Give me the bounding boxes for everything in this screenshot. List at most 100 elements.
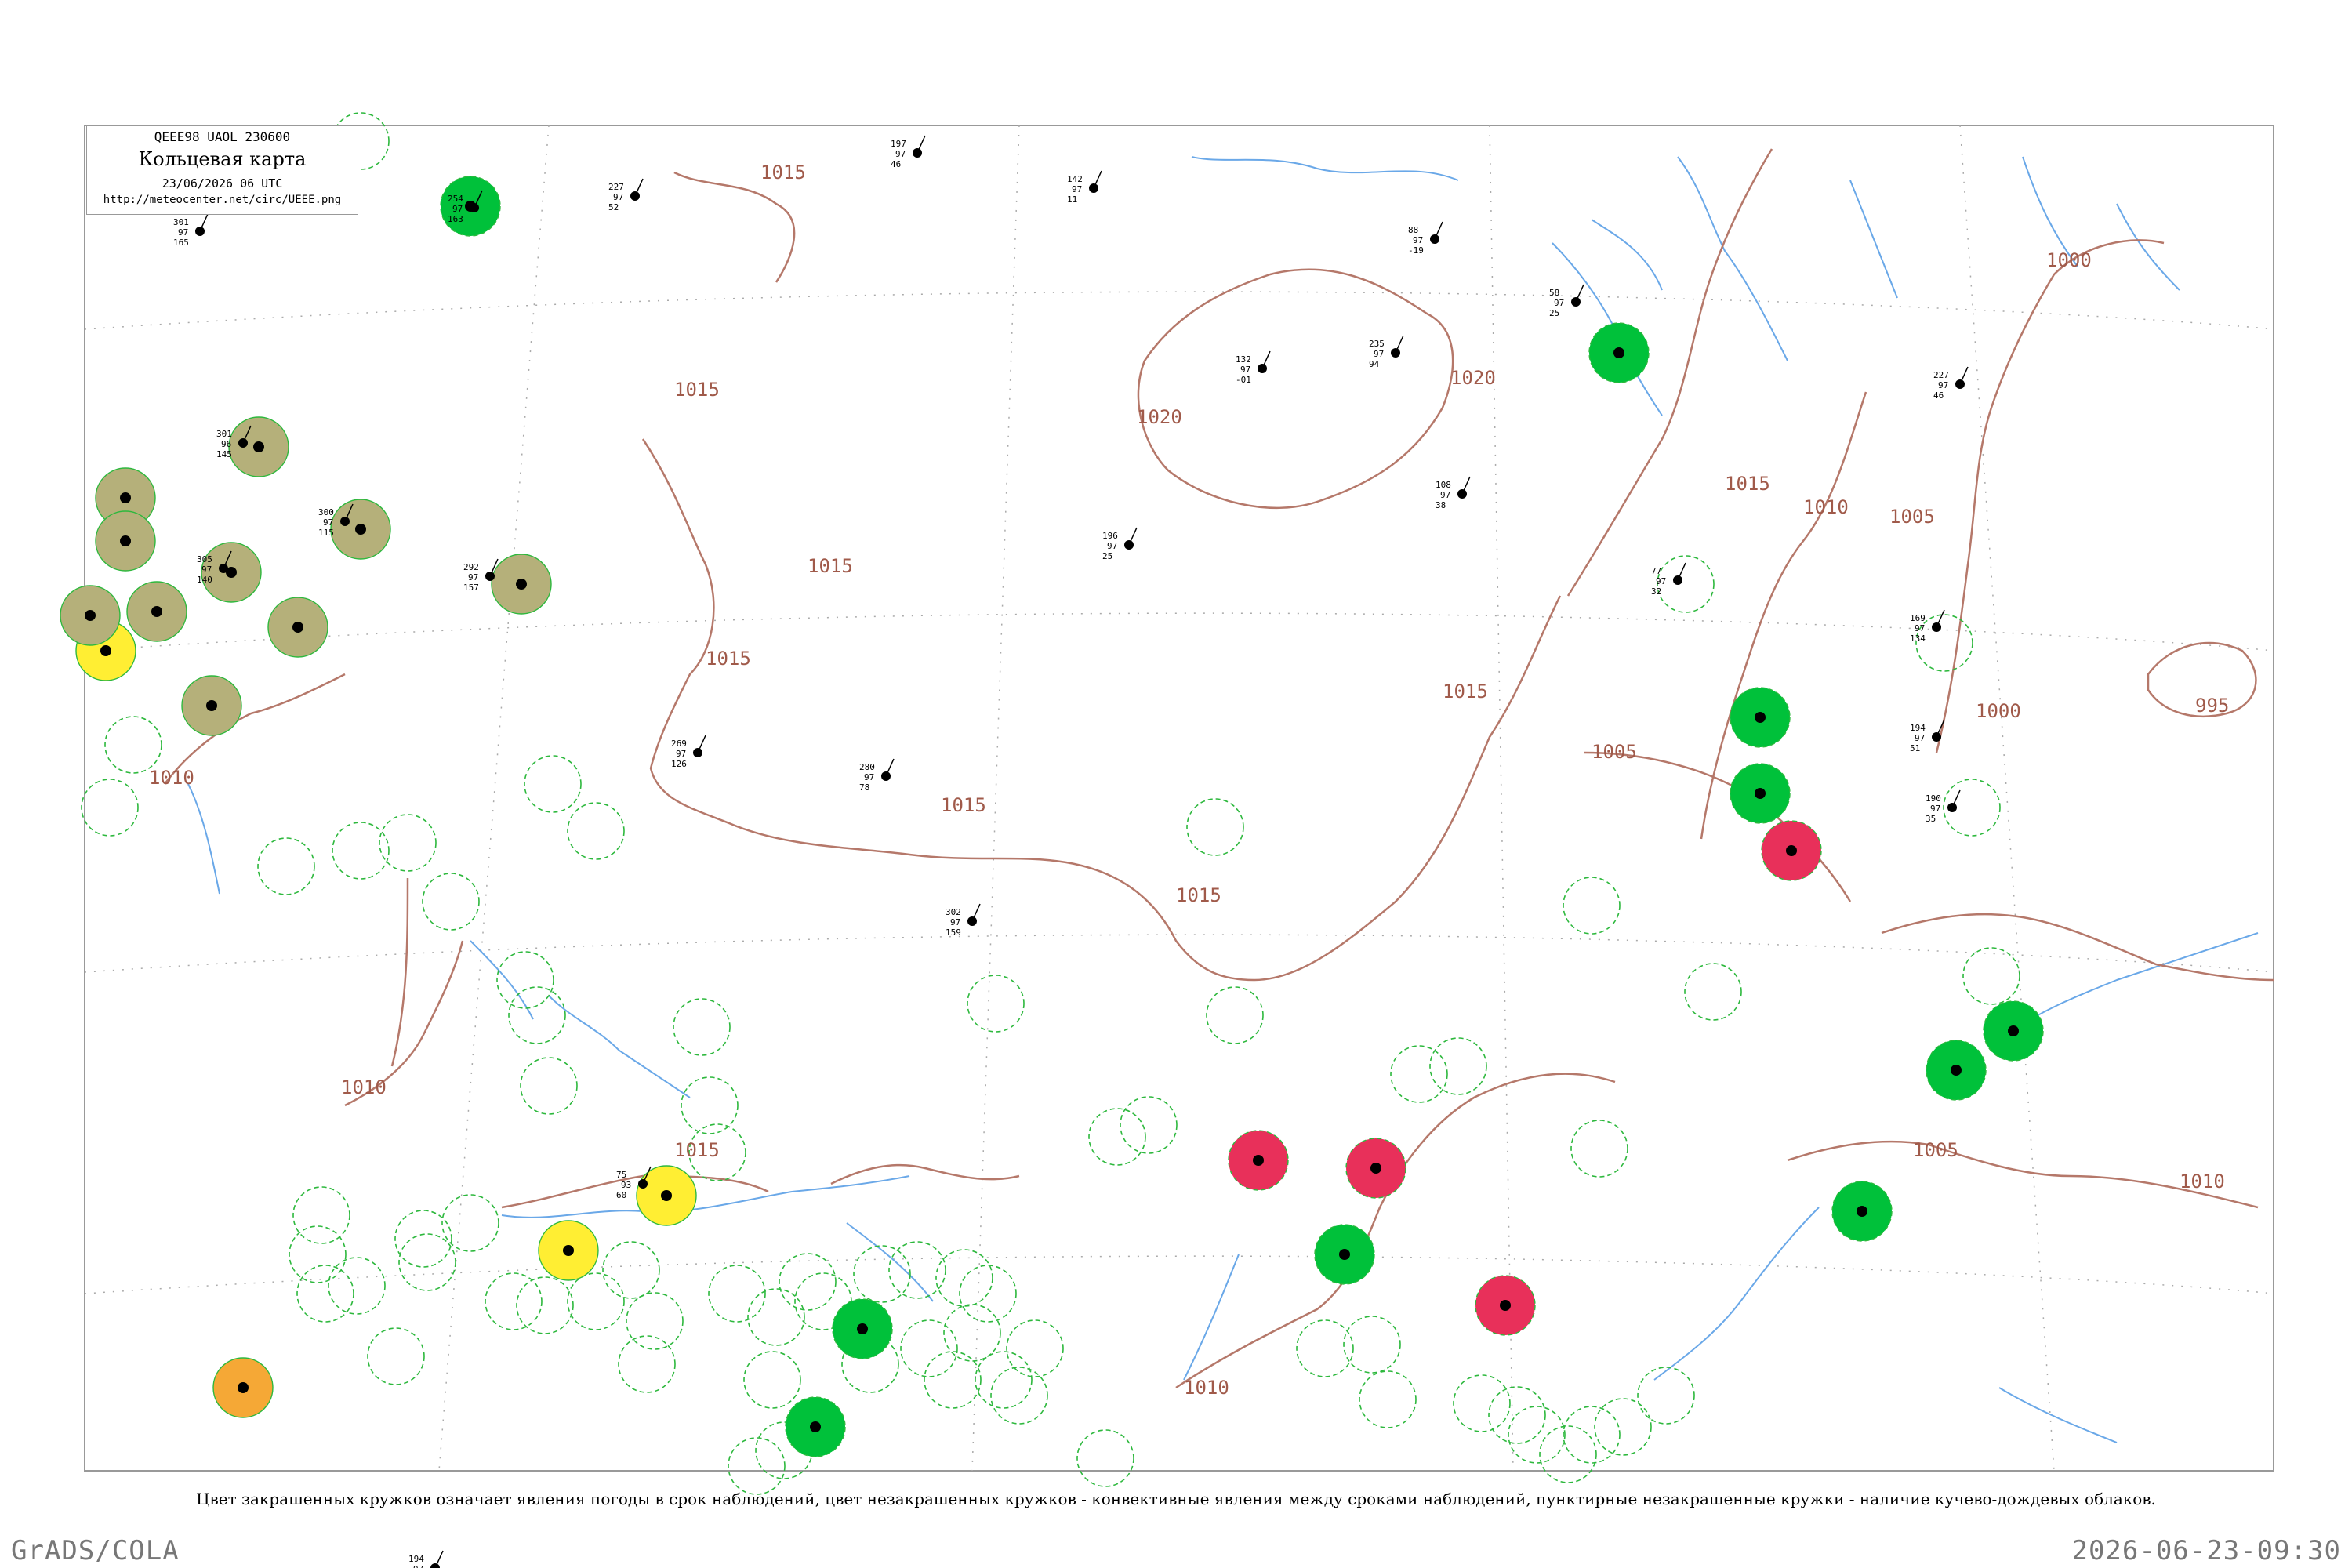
station-temp: 97 [1930,804,1940,814]
station-temp: 97 [613,192,623,202]
station-temp: 97 [1554,298,1564,308]
station-dewpoint: 38 [1436,500,1446,510]
station-marker-dot [810,1421,821,1432]
station-temp: 97 [1107,541,1117,551]
station-temp: 97 [323,517,333,528]
station-temp: 97 [1072,184,1082,194]
isobar-label: 1015 [674,1139,720,1161]
isobar-label: 1010 [1803,496,1849,518]
isobar-label: 1010 [149,767,194,789]
station-dewpoint: 32 [1651,586,1661,597]
isobar-label: 1000 [1976,700,2021,722]
station-dewpoint: 94 [1369,359,1380,369]
station-pressure: 254 [448,194,463,204]
observation-datetime: 23/06/2026 06 UTC [162,176,283,191]
isobar-label: 1010 [341,1076,387,1098]
station-temp: 97 [1374,349,1384,359]
station-pressure: 58 [1549,288,1559,298]
station-temp: 97 [201,564,212,575]
station-dewpoint: 115 [318,528,334,538]
station-dewpoint: 140 [197,575,212,585]
station-pressure: 305 [197,554,212,564]
station-pressure: 301 [216,429,232,439]
station-dewpoint: 11 [1067,194,1077,205]
station-marker-dot [516,579,527,590]
isobar-label: 995 [2195,695,2229,717]
station-pressure: 227 [608,182,624,192]
station-temp: 97 [864,772,874,782]
map-header: QEEE98 UAOL 230600 Кольцевая карта 23/06… [86,125,358,215]
station-marker-dot [1857,1206,1867,1217]
station-marker-dot [1755,712,1766,723]
station-marker-dot [1339,1249,1350,1260]
render-timestamp: 2026-06-23-09:30 [2071,1535,2341,1566]
station-marker-dot [120,535,131,546]
station-marker-dot [563,1245,574,1256]
station-temp: 97 [413,1564,423,1568]
station-marker-dot [1500,1300,1511,1311]
station-pressure: 88 [1408,225,1418,235]
isobar-label: 1000 [2046,249,2092,271]
station-temp: 97 [950,917,960,927]
bulletin-code: QEEE98 UAOL 230600 [154,129,291,144]
isobar-label: 1015 [1176,884,1221,906]
station-dewpoint: 159 [946,927,961,938]
isobar-label: 1015 [941,794,986,816]
station-dewpoint: 126 [671,759,687,769]
station-dewpoint: 78 [859,782,869,793]
station-dewpoint: 157 [463,583,479,593]
isobar-label: 1015 [674,379,720,401]
station-pressure: 302 [946,907,961,917]
station-dewpoint: 35 [1926,814,1936,824]
station-marker-dot [857,1323,868,1334]
station-marker-dot [1370,1163,1381,1174]
station-temp: 97 [468,572,478,583]
map-title: Кольцевая карта [138,148,307,170]
station-pressure: 301 [173,217,189,227]
station-pressure: 190 [1926,793,1941,804]
station-temp: 97 [1240,365,1250,375]
station-pressure: 142 [1067,174,1083,184]
station-dewpoint: 46 [1933,390,1944,401]
station-pressure: 197 [891,139,906,149]
station-temp: 97 [1938,380,1948,390]
station-pressure: 292 [463,562,479,572]
isobar-label: 1015 [760,162,806,183]
station-pressure: 227 [1933,370,1949,380]
isobar-label: 1015 [1443,681,1488,702]
station-dewpoint: 165 [173,238,189,248]
isobar-label: 1020 [1450,367,1496,389]
station-temp: 97 [1915,733,1925,743]
station-dewpoint: 51 [1910,743,1920,753]
isobar-label: 1010 [2180,1171,2225,1192]
isobar-label: 1015 [706,648,751,670]
station-temp: 97 [452,204,463,214]
station-pressure: 75 [616,1170,626,1180]
station-dewpoint: -01 [1236,375,1251,385]
station-pressure: 235 [1369,339,1385,349]
station-marker-dot [100,645,111,656]
station-temp: 97 [895,149,906,159]
station-temp: 93 [621,1180,631,1190]
station-dewpoint: -19 [1408,245,1424,256]
station-temp: 97 [676,749,686,759]
isobar-label: 1005 [1889,506,1935,528]
isobar-label: 1005 [1913,1139,1958,1161]
station-marker-dot [1786,845,1797,856]
legend-caption: Цвет закрашенных кружков означает явлени… [196,1490,2156,1508]
station-pressure: 169 [1910,613,1926,623]
station-marker-dot [1951,1065,1962,1076]
station-temp: 97 [1413,235,1423,245]
synoptic-map: 2549716330197165227975219797461429711889… [60,112,2274,1568]
isobar-label: 1020 [1137,406,1182,428]
station-pressure: 300 [318,507,334,517]
station-marker-dot [1613,347,1624,358]
isobar-label: 1015 [1725,473,1770,495]
station-dewpoint: 46 [891,159,901,169]
station-marker-dot [120,492,131,503]
station-dewpoint: 52 [608,202,619,212]
map-url[interactable]: http://meteocenter.net/circ/UEEE.png [87,194,358,206]
station-dewpoint: 25 [1102,551,1112,561]
station-dewpoint: 60 [616,1190,626,1200]
station-dewpoint: 163 [448,214,463,224]
